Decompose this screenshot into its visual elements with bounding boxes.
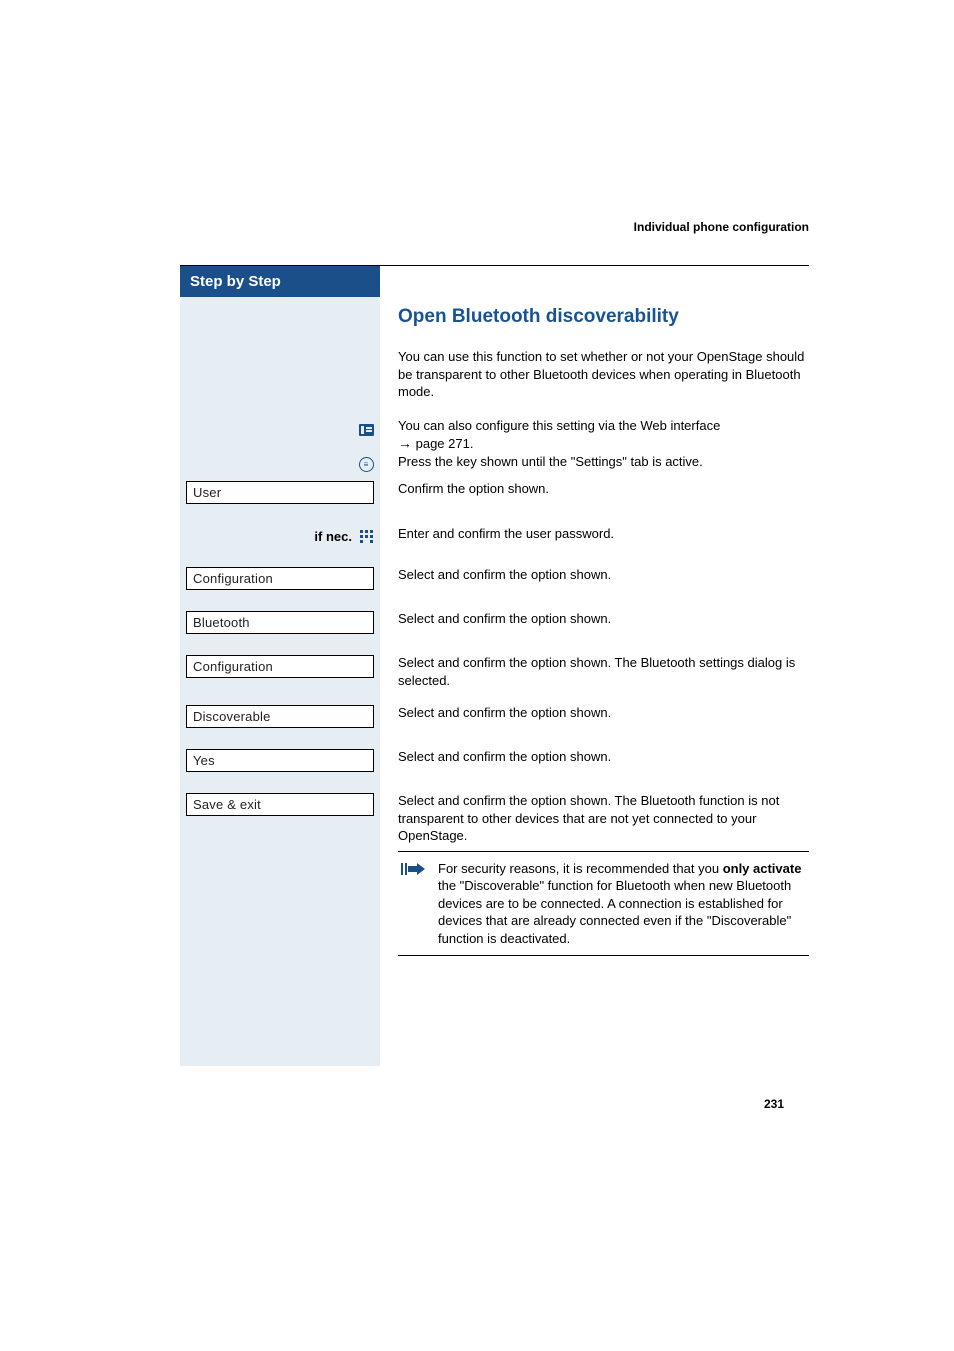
web-interface-icon [358,423,374,437]
step-by-step-sidebar: Step by Step ≡ User [180,266,380,1066]
if-nec-label: if nec. [314,529,374,544]
settings-key-text: Press the key shown until the "Settings"… [398,453,809,477]
page-number: 231 [764,1097,784,1111]
header-divider: Individual phone configuration [180,220,809,266]
security-note-text: For security reasons, it is recommended … [438,860,809,948]
select-yes-text: Select and confirm the option shown. [398,745,809,789]
select-bluetooth-text: Select and confirm the option shown. [398,607,809,651]
password-text: Enter and confirm the user password. [398,519,809,563]
select-save-text: Select and confirm the option shown. The… [398,789,809,845]
web-interface-note: You can also configure this setting via … [398,417,809,453]
menu-configuration-2: Configuration [186,655,374,678]
select-configuration2-text: Select and confirm the option shown. The… [398,651,809,701]
menu-yes: Yes [186,749,374,772]
content-title: Open Bluetooth discoverability [398,306,809,328]
intro-text: You can use this function to set whether… [398,348,809,401]
select-configuration-text: Select and confirm the option shown. [398,563,809,607]
menu-user: User [186,481,374,504]
note-arrow-icon [401,862,425,876]
confirm-user-text: Confirm the option shown. [398,477,809,519]
select-discoverable-text: Select and confirm the option shown. [398,701,809,745]
sidebar-header: Step by Step [180,266,380,297]
menu-discoverable: Discoverable [186,705,374,728]
menu-save-exit: Save & exit [186,793,374,816]
menu-configuration-1: Configuration [186,567,374,590]
security-note: For security reasons, it is recommended … [398,851,809,957]
settings-key-icon: ≡ [358,457,374,471]
header-section-title: Individual phone configuration [180,220,809,240]
menu-bluetooth: Bluetooth [186,611,374,634]
content-column: Open Bluetooth discoverability You can u… [398,266,809,1066]
keypad-icon [358,530,374,544]
